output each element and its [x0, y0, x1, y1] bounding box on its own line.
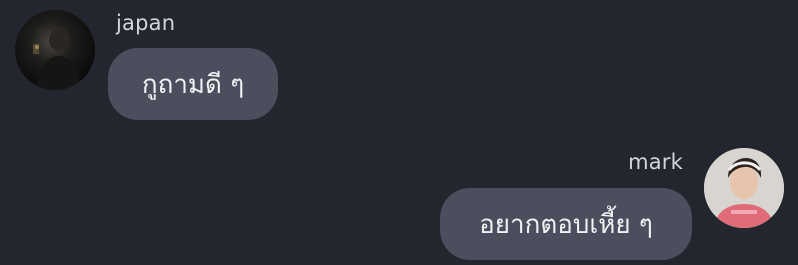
sender-name-japan: japan — [116, 11, 176, 35]
message-bubble-received[interactable]: กูถามดี ๆ — [108, 48, 278, 120]
message-bubble-sent[interactable]: อยากตอบเหี้ย ๆ — [440, 188, 692, 260]
avatar-japan[interactable] — [15, 10, 95, 90]
message-text: กูถามดี ๆ — [141, 69, 245, 100]
portrait-photo-icon — [704, 148, 784, 228]
sender-name-mark: mark — [628, 150, 683, 174]
dark-photo-icon — [15, 10, 95, 90]
message-text: อยากตอบเหี้ย ๆ — [479, 209, 653, 240]
avatar-mark[interactable] — [704, 148, 784, 228]
